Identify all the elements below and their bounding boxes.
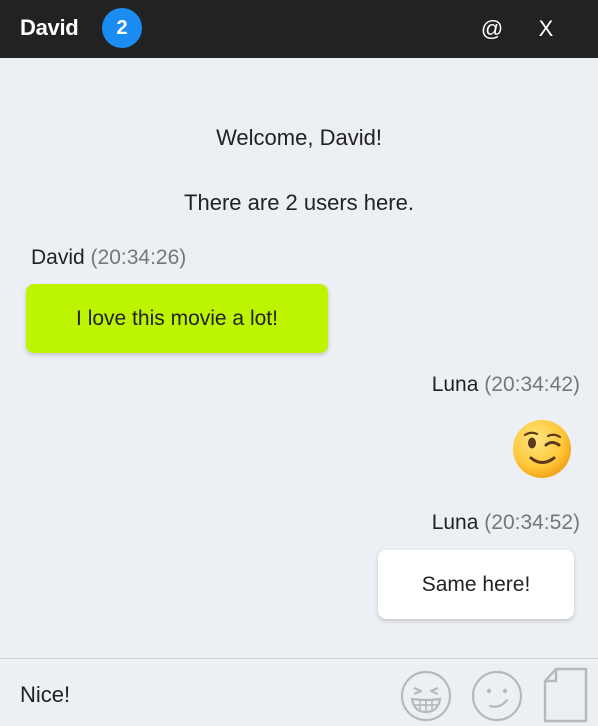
smiley-face-icon[interactable] [470,669,524,723]
message-author: Luna [431,373,479,396]
message-time: (20:34:26) [90,246,187,269]
message-meta: David (20:34:26) [31,246,186,270]
message-author: David [31,246,85,269]
system-message-user-count: There are 2 users here. [184,190,414,215]
message-list[interactable]: Welcome, David! There are 2 users here. … [0,58,598,658]
online-users-badge[interactable]: 2 [102,8,142,48]
chat-window: David 2 @ X Welcome, David! There are 2 … [0,0,598,726]
file-icon[interactable] [540,666,590,724]
message-time: (20:34:52) [484,511,580,534]
message-meta: Luna (20:34:52) [432,511,580,535]
winking-face-icon [513,420,571,478]
message-composer [0,658,598,726]
chat-header: David 2 @ X [0,0,598,58]
message-input[interactable] [20,679,380,711]
close-button[interactable]: X [532,14,560,44]
system-message-welcome: Welcome, David! [216,125,382,150]
grinning-squint-face-icon[interactable] [399,669,453,723]
message-meta: Luna (20:34:42) [432,373,580,397]
message-time: (20:34:42) [484,373,580,396]
mention-button[interactable]: @ [477,14,507,44]
message-bubble-own: I love this movie a lot! [26,284,328,353]
message-author: Luna [431,511,479,534]
message-bubble-other: Same here! [378,550,574,619]
current-user-name: David [20,15,79,40]
